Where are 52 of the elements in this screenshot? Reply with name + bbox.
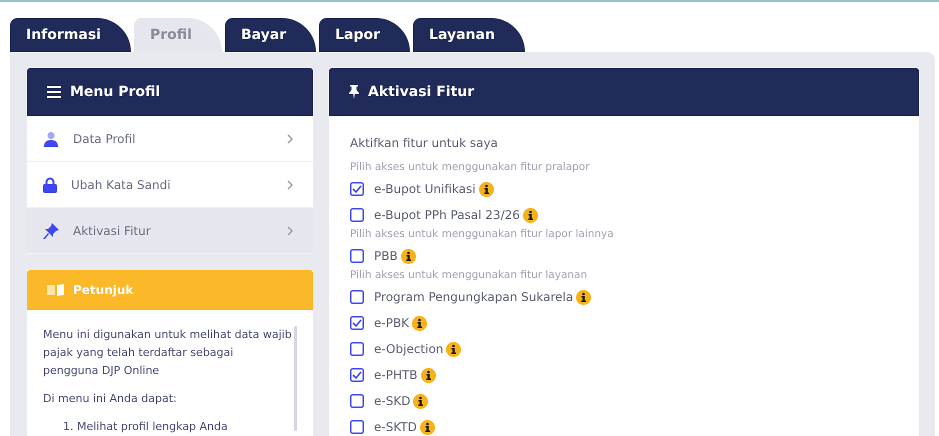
- feature-label: e-PHTB: [374, 368, 418, 382]
- feature-label: e-Bupot PPh Pasal 23/26: [374, 208, 520, 222]
- intro-text: Aktifkan fitur untuk saya: [350, 136, 499, 150]
- checkbox[interactable]: [350, 394, 364, 408]
- guide-paragraph: Di menu ini Anda dapat:: [43, 391, 178, 407]
- info-icon[interactable]: [478, 182, 494, 196]
- feature-label: Program Pengungkapan Sukarela: [374, 290, 574, 304]
- feature-label: e-PBK: [374, 316, 410, 330]
- menu-icon: [47, 86, 61, 98]
- info-icon[interactable]: [420, 420, 435, 434]
- info-icon[interactable]: [400, 248, 416, 264]
- guide-title: Petunjuk: [73, 283, 134, 297]
- feature-title: Aktivasi Fitur: [368, 84, 474, 100]
- menu-item[interactable]: Aktivasi Fitur: [27, 208, 313, 254]
- section-label: Pilih akses untuk menggunakan fitur pralapor: [350, 161, 591, 173]
- guide-paragraph: Menu ini digunakan untuk melihat data wajib pajak yang telah terdaftar sebagai pengguna DJP Online: [43, 327, 292, 379]
- tab[interactable]: Bayar: [224, 18, 316, 52]
- chevron-icon: [287, 226, 293, 236]
- feature-label: PBB: [374, 249, 398, 263]
- pin-icon: [349, 85, 359, 99]
- info-icon[interactable]: [413, 394, 428, 408]
- tab[interactable]: Informasi: [10, 18, 131, 52]
- feature-label: e-SKD: [374, 394, 410, 408]
- feature-label: e-SKTD: [374, 420, 417, 434]
- chevron-icon: [287, 180, 293, 190]
- checkbox[interactable]: [350, 368, 364, 382]
- checkbox[interactable]: [350, 342, 364, 356]
- section-label: Pilih akses untuk menggunakan fitur layanan: [350, 269, 588, 281]
- menu-item[interactable]: Data Profil: [27, 116, 313, 162]
- chevron-icon: [287, 134, 293, 144]
- feature-label: e-Objection: [374, 342, 444, 356]
- checkbox[interactable]: [350, 182, 364, 196]
- feature-label: e-Bupot Unifikasi: [374, 182, 476, 196]
- menu-title: Menu Profil: [70, 84, 160, 100]
- tab[interactable]: Layanan: [413, 18, 525, 52]
- book-icon: [47, 284, 65, 296]
- checkbox[interactable]: [350, 290, 364, 304]
- checkbox[interactable]: [350, 316, 364, 330]
- person-icon: [43, 130, 59, 146]
- info-icon[interactable]: [412, 316, 428, 330]
- info-icon[interactable]: [420, 368, 436, 382]
- info-icon[interactable]: [576, 290, 592, 304]
- lock-icon: [43, 176, 57, 192]
- tab[interactable]: Lapor: [319, 18, 410, 52]
- info-icon[interactable]: [522, 208, 538, 222]
- pin-icon: [43, 222, 59, 238]
- checkbox[interactable]: [350, 249, 364, 263]
- checkbox[interactable]: [350, 208, 364, 222]
- info-icon[interactable]: [446, 342, 462, 356]
- checkbox[interactable]: [350, 420, 364, 434]
- section-label: Pilih akses untuk menggunakan fitur lapor lainnya: [350, 228, 615, 240]
- guide-step: 1. Melihat profil lengkap Anda: [43, 418, 292, 436]
